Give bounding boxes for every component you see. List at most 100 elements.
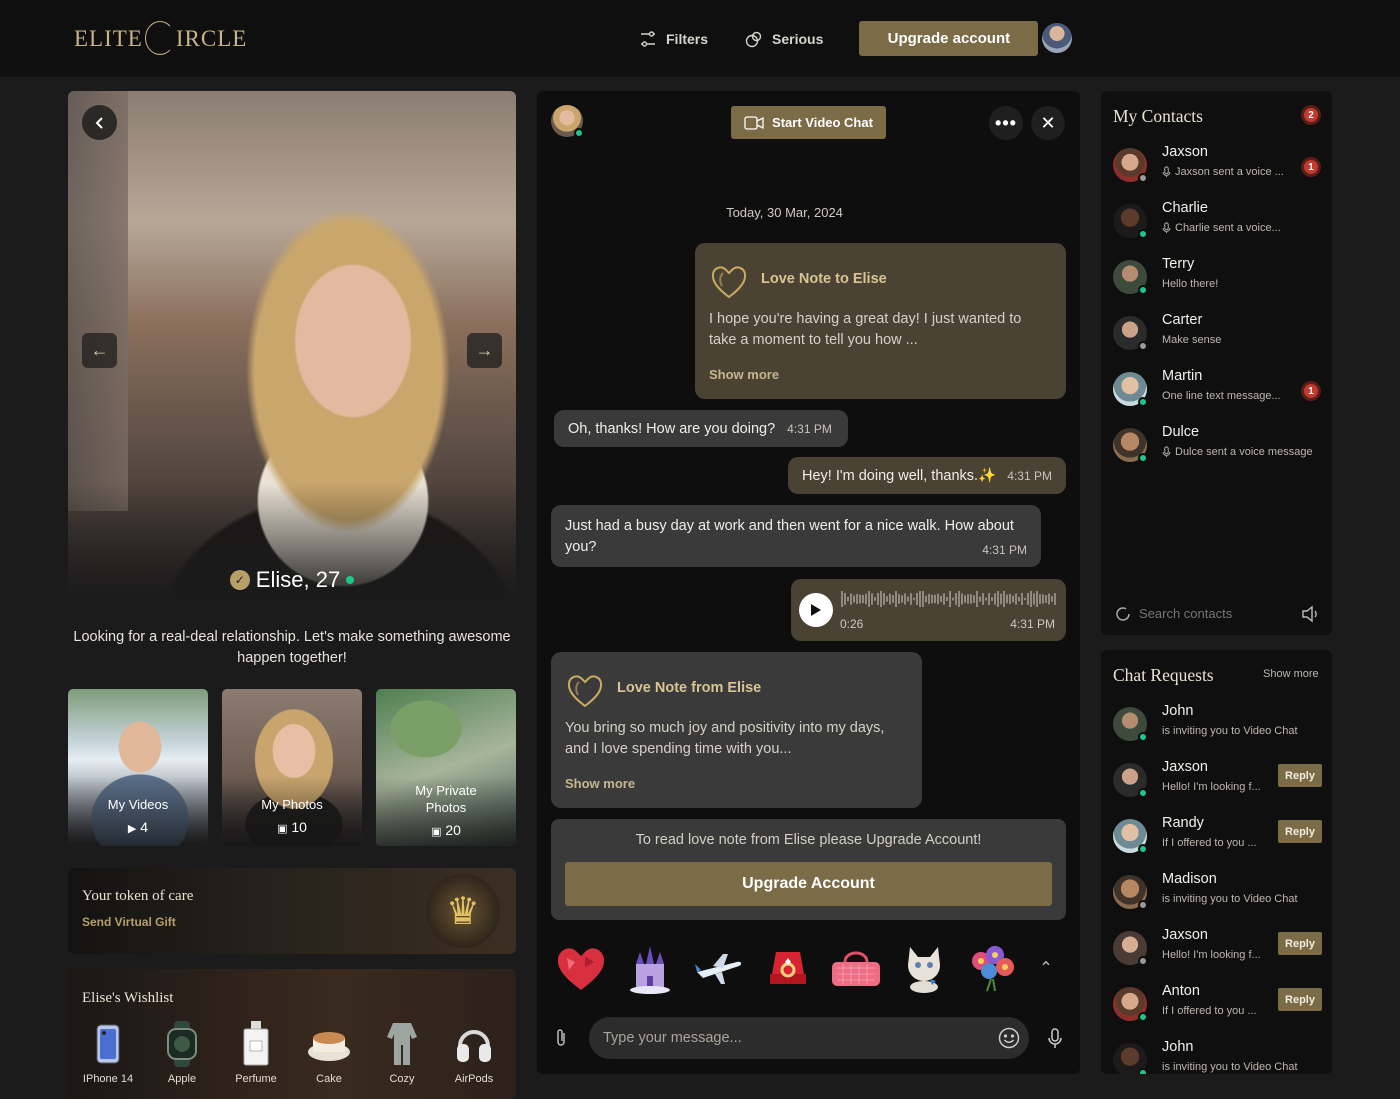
status-dot [1138, 397, 1148, 407]
my-videos-card[interactable]: My Videos ▶ 4 [68, 689, 208, 846]
profile-name: Elise, 27 [255, 567, 341, 592]
chat-request-item[interactable]: John is inviting you to Video Chat [1101, 703, 1332, 751]
bouquet-gift-icon[interactable] [965, 941, 1019, 995]
request-message: If I offered to you ... [1162, 837, 1257, 849]
wishlist-item[interactable]: Cozy [372, 1021, 432, 1085]
reply-button[interactable]: Reply [1278, 932, 1322, 955]
love-note-received[interactable]: Love Note from Elise You bring so much j… [551, 652, 922, 808]
show-more-requests-link[interactable]: Show more [1263, 668, 1319, 680]
chat-partner-avatar[interactable] [551, 105, 584, 138]
contact-item[interactable]: Terry Hello there! [1101, 256, 1332, 304]
contact-item[interactable]: Carter Make sense [1101, 312, 1332, 360]
contact-last-message: One line text message... [1162, 390, 1281, 402]
wishlist-item[interactable]: AirPods [444, 1021, 504, 1085]
filters-label: Filters [666, 30, 709, 47]
message-time: 4:31 PM [982, 543, 1027, 557]
virtual-gifts-row: ⌃ [551, 941, 1066, 995]
next-photo-button[interactable]: → [467, 333, 502, 368]
elite-circle-logo[interactable]: ELITE IRCLE [74, 21, 247, 56]
reply-button[interactable]: Reply [1278, 764, 1322, 787]
serious-label: Serious [772, 30, 824, 47]
show-more-link[interactable]: Show more [565, 776, 635, 791]
start-video-chat-button[interactable]: Start Video Chat [731, 106, 886, 139]
chat-request-item[interactable]: Jaxson Hello! I'm looking f... Reply [1101, 927, 1332, 975]
video-camera-icon [744, 115, 764, 130]
speaker-icon[interactable] [1301, 605, 1321, 623]
serious-button[interactable]: Serious [744, 29, 823, 49]
chat-request-item[interactable]: John is inviting you to Video Chat [1101, 1039, 1332, 1074]
close-chat-button[interactable]: ✕ [1031, 106, 1065, 140]
upgrade-account-button[interactable]: Upgrade Account [565, 862, 1052, 906]
request-name: Madison [1162, 871, 1217, 887]
wishlist-item[interactable]: Cake [299, 1021, 359, 1085]
message-received: Oh, thanks! How are you doing? 4:31 PM [554, 410, 848, 447]
chat-window: Start Video Chat ••• ✕ Today, 30 Mar, 20… [537, 91, 1080, 1074]
contact-item[interactable]: Charlie Charlie sent a voice... [1101, 200, 1332, 248]
love-note-sent[interactable]: Love Note to Elise I hope you're having … [695, 243, 1066, 399]
emoji-icon[interactable] [998, 1027, 1020, 1049]
wishlist-item[interactable]: Apple [152, 1021, 212, 1085]
chevron-up-icon[interactable]: ⌃ [1031, 941, 1061, 995]
photo-icon: ▣ [277, 823, 288, 835]
user-avatar[interactable] [1042, 23, 1072, 53]
contact-item[interactable]: Dulce Dulce sent a voice message [1101, 424, 1332, 472]
contact-name: Carter [1162, 312, 1203, 328]
send-virtual-gift-link[interactable]: Send Virtual Gift [82, 915, 176, 929]
voice-duration: 0:26 [840, 617, 864, 631]
media-label: My Private Photos [415, 783, 477, 815]
more-options-button[interactable]: ••• [989, 106, 1023, 140]
my-private-photos-card[interactable]: My Private Photos ▣ 20 [376, 689, 516, 846]
search-contacts-input[interactable] [1139, 601, 1289, 625]
chat-request-item[interactable]: Anton If I offered to you ... Reply [1101, 983, 1332, 1031]
contact-item[interactable]: Jaxson Jaxson sent a voice ... 1 [1101, 144, 1332, 192]
phone-icon [85, 1021, 131, 1067]
chevron-left-icon [95, 116, 103, 129]
contact-item[interactable]: Martin One line text message... 1 [1101, 368, 1332, 416]
chat-requests-title: Chat Requests [1113, 665, 1214, 685]
handbag-gift-icon[interactable] [829, 941, 883, 995]
chat-request-item[interactable]: Randy If I offered to you ... Reply [1101, 815, 1332, 863]
upgrade-prompt-text: To read love note from Elise please Upgr… [635, 832, 982, 848]
reply-button[interactable]: Reply [1278, 988, 1322, 1011]
show-more-link[interactable]: Show more [709, 367, 779, 382]
kitten-gift-icon[interactable] [897, 941, 951, 995]
crown-icon[interactable]: ♛ [426, 874, 500, 948]
airplane-gift-icon[interactable] [692, 941, 746, 995]
chat-request-item[interactable]: Madison is inviting you to Video Chat [1101, 871, 1332, 919]
ring-box-gift-icon[interactable] [761, 941, 815, 995]
filters-button[interactable]: Filters [638, 29, 708, 49]
chat-request-item[interactable]: Jaxson Hello! I'm looking f... Reply [1101, 759, 1332, 807]
upgrade-account-button[interactable]: Upgrade account [859, 21, 1039, 56]
wishlist-item[interactable]: IPhone 14 [78, 1021, 138, 1085]
request-message: is inviting you to Video Chat [1162, 893, 1298, 905]
contact-last-message: Jaxson sent a voice ... [1162, 166, 1284, 178]
previous-photo-button[interactable]: ← [82, 333, 117, 368]
castle-gift-icon[interactable] [623, 941, 677, 995]
photo-icon: ▣ [431, 826, 442, 838]
reply-button[interactable]: Reply [1278, 820, 1322, 843]
wishlist-title: Elise's Wishlist [82, 990, 174, 1006]
microphone-icon[interactable] [1047, 1028, 1063, 1050]
request-avatar [1113, 931, 1148, 966]
my-photos-card[interactable]: My Photos ▣ 10 [222, 689, 362, 846]
my-contacts-panel: My Contacts 2 Jaxson Jaxson sent a voice… [1101, 91, 1332, 635]
upgrade-prompt: To read love note from Elise please Upgr… [551, 819, 1066, 920]
wishlist-item[interactable]: Perfume [226, 1021, 286, 1085]
play-button[interactable] [799, 593, 833, 627]
heart-outline-icon [567, 675, 603, 708]
waveform-graphic[interactable] [840, 590, 1058, 608]
request-name: John [1162, 1039, 1194, 1055]
contact-name: Jaxson [1162, 144, 1208, 160]
request-message: Hello! I'm looking f... [1162, 949, 1261, 961]
wishlist-card: Elise's Wishlist IPhone 14 Apple Perfume… [68, 969, 516, 1099]
contact-last-message: Charlie sent a voice... [1162, 222, 1281, 234]
heart-gift-icon[interactable] [554, 941, 608, 995]
paperclip-icon[interactable] [553, 1027, 569, 1049]
request-avatar [1113, 763, 1148, 798]
back-button[interactable] [82, 105, 117, 140]
contact-avatar [1113, 372, 1148, 407]
message-time: 4:31 PM [1010, 617, 1055, 631]
message-input[interactable] [589, 1017, 1029, 1059]
status-dot [1138, 173, 1148, 183]
my-contacts-title: My Contacts [1113, 106, 1203, 126]
